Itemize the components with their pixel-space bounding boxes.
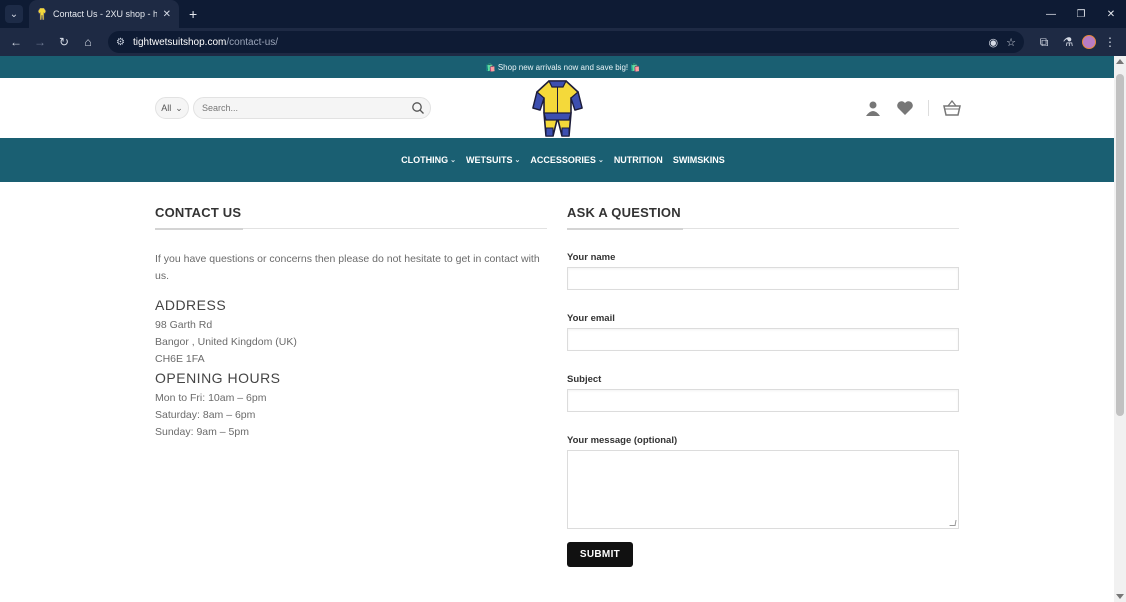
search-form: All ⌄ — [155, 97, 431, 119]
contact-heading-row: CONTACT US — [155, 204, 547, 230]
resize-handle-icon[interactable] — [949, 520, 957, 526]
wishlist-heart-icon[interactable] — [896, 100, 914, 116]
search-field-wrap — [193, 97, 431, 119]
hours-line: Saturday: 8am – 6pm — [155, 409, 256, 421]
address-block: 98 Garth Rd Bangor , United Kingdom (UK)… — [155, 317, 547, 368]
subject-label: Subject — [567, 374, 602, 385]
minimize-icon[interactable]: — — [1036, 0, 1066, 28]
address-line: CH6E 1FA — [155, 353, 205, 365]
main-navigation: CLOTHING ⌄ WETSUITS ⌄ ACCESSORIES ⌄ NUTRITION S… — [0, 138, 1126, 182]
nav-item-label: NUTRITION — [613, 155, 663, 165]
nav-item-accessories[interactable]: ACCESSORIES ⌄ — [530, 155, 603, 165]
question-heading-row: ASK A QUESTION — [567, 204, 959, 230]
nav-item-label: CLOTHING — [401, 155, 449, 165]
subject-field[interactable] — [567, 389, 959, 412]
eye-off-icon[interactable]: ◉ — [989, 36, 999, 49]
site-logo-wetsuit[interactable] — [530, 78, 585, 138]
chevron-down-icon: ⌄ — [514, 157, 521, 164]
nav-item-nutrition[interactable]: NUTRITION — [614, 155, 663, 165]
email-label: Your email — [567, 313, 615, 324]
page-content: CONTACT US If you have questions or conc… — [0, 182, 1126, 602]
hours-line: Mon to Fri: 10am – 6pm — [155, 392, 267, 404]
back-icon[interactable]: ← — [6, 32, 26, 52]
message-label: Your message (optional) — [567, 435, 678, 446]
extensions-icon[interactable]: ⧉ — [1034, 32, 1054, 52]
forward-icon[interactable]: → — [30, 32, 50, 52]
scroll-down-icon[interactable] — [1116, 594, 1124, 599]
nav-item-wetsuits[interactable]: WETSUITS ⌄ — [466, 155, 520, 165]
chevron-down-icon: ⌄ — [175, 102, 183, 113]
search-category-value: All — [161, 103, 172, 113]
tab-search-button[interactable]: ⌄ — [5, 5, 23, 23]
question-form-column: ASK A QUESTION Your name Your email Subj… — [567, 204, 959, 567]
address-line: 98 Garth Rd — [155, 319, 213, 331]
nav-item-label: SWIMSKINS — [672, 155, 725, 165]
contact-column: CONTACT US If you have questions or conc… — [155, 204, 547, 441]
address-line: Bangor , United Kingdom (UK) — [155, 336, 297, 348]
scroll-up-icon[interactable] — [1116, 59, 1124, 64]
address-bar[interactable]: ⚙ tightwetsuitshop.com/contact-us/ ◉ ☆ — [108, 31, 1024, 53]
address-heading: ADDRESS — [155, 297, 227, 313]
site-info-icon[interactable]: ⚙ — [116, 37, 125, 48]
name-label: Your name — [567, 252, 616, 263]
contact-intro: If you have questions or concerns then p… — [155, 253, 540, 282]
chevron-down-icon: ⌄ — [597, 157, 604, 164]
account-user-icon[interactable] — [864, 100, 882, 116]
search-category-select[interactable]: All ⌄ — [155, 97, 189, 119]
header-icons — [864, 100, 961, 116]
browser-tabbar: ⌄ Contact Us - 2XU shop - https:/ ✕ + — … — [0, 0, 1126, 28]
bookmark-star-icon[interactable]: ☆ — [1006, 36, 1016, 49]
reload-icon[interactable]: ↻ — [54, 32, 74, 52]
search-icon[interactable] — [411, 101, 425, 115]
tab-close-icon[interactable]: ✕ — [163, 9, 171, 20]
wetsuit-favicon-icon — [37, 8, 47, 20]
name-field[interactable] — [567, 267, 959, 290]
site-header: All ⌄ — [0, 78, 1126, 138]
browser-tab[interactable]: Contact Us - 2XU shop - https:/ ✕ — [29, 0, 179, 28]
submit-button[interactable]: SUBMIT — [567, 542, 633, 567]
url-path: /contact-us/ — [226, 36, 279, 48]
question-form-title: ASK A QUESTION — [567, 205, 683, 230]
labs-flask-icon[interactable]: ⚗ — [1058, 32, 1078, 52]
contact-title: CONTACT US — [155, 205, 244, 230]
chevron-down-icon: ⌄ — [450, 157, 457, 164]
page-scrollbar[interactable] — [1114, 56, 1126, 602]
announcement-bar: 🛍️ Shop new arrivals now and save big! 🛍… — [0, 56, 1126, 78]
nav-item-label: WETSUITS — [466, 155, 513, 165]
window-controls: — ❐ ✕ — [1036, 0, 1126, 28]
url-text: tightwetsuitshop.com/contact-us/ — [133, 37, 981, 48]
nav-item-swimskins[interactable]: SWIMSKINS — [673, 155, 725, 165]
search-input[interactable] — [193, 97, 431, 119]
close-window-icon[interactable]: ✕ — [1096, 0, 1126, 28]
restore-icon[interactable]: ❐ — [1066, 0, 1096, 28]
nav-item-clothing[interactable]: CLOTHING ⌄ — [401, 155, 456, 165]
nav-item-label: ACCESSORIES — [530, 155, 596, 165]
email-field[interactable] — [567, 328, 959, 351]
cart-basket-icon[interactable] — [943, 100, 961, 116]
browser-menu-icon[interactable]: ⋮ — [1100, 32, 1120, 52]
profile-avatar[interactable] — [1082, 35, 1096, 49]
hours-line: Sunday: 9am – 5pm — [155, 426, 249, 438]
opening-hours-heading: OPENING HOURS — [155, 370, 281, 386]
home-icon[interactable]: ⌂ — [78, 32, 98, 52]
new-tab-icon[interactable]: + — [189, 6, 197, 22]
scroll-thumb[interactable] — [1116, 74, 1124, 416]
opening-hours-block: Mon to Fri: 10am – 6pm Saturday: 8am – 6… — [155, 390, 547, 441]
header-divider — [928, 100, 929, 116]
message-textarea[interactable] — [567, 450, 959, 529]
tab-title: Contact Us - 2XU shop - https:/ — [53, 9, 157, 19]
browser-toolbar: ← → ↻ ⌂ ⚙ tightwetsuitshop.com/contact-u… — [0, 28, 1126, 56]
url-domain: tightwetsuitshop.com — [132, 36, 227, 48]
